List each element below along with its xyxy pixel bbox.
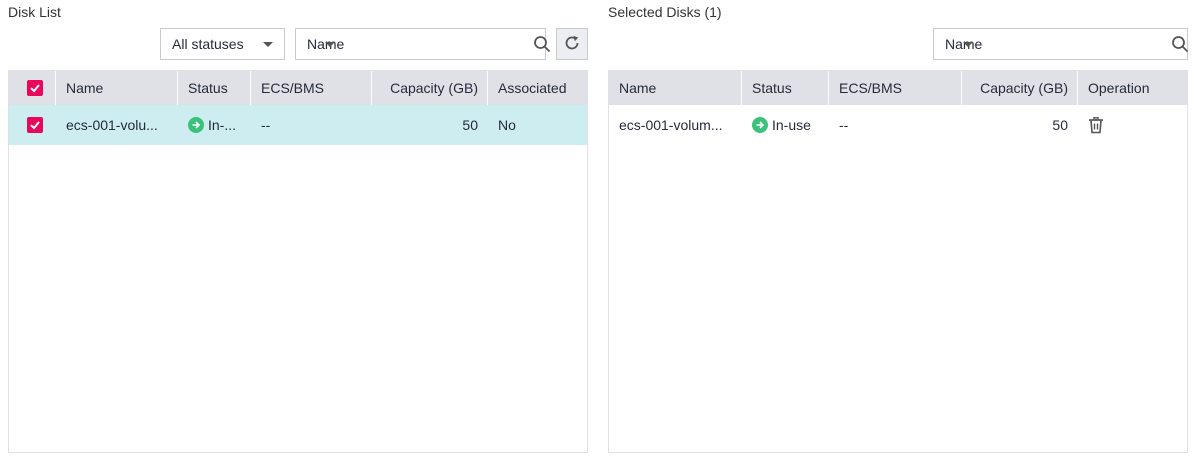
caret-down-icon [963, 42, 974, 47]
search-input[interactable] [982, 29, 1172, 59]
caret-down-icon [325, 42, 336, 47]
column-header-name[interactable]: Name [609, 71, 742, 105]
capacity-cell: 50 [462, 117, 478, 133]
table-header: Name Status ECS/BMS Capacity (GB) Associ… [9, 71, 587, 105]
operation-cell [1078, 105, 1187, 145]
search-field-dropdown[interactable]: Name [934, 29, 982, 59]
arrow-right-circle-icon [752, 117, 768, 133]
search-icon[interactable] [533, 29, 551, 59]
status-cell: In-use [742, 105, 829, 145]
disk-list-table: Name Status ECS/BMS Capacity (GB) Associ… [8, 70, 588, 453]
search-icon[interactable] [1171, 29, 1189, 59]
column-header-associated[interactable]: Associated [488, 71, 587, 105]
refresh-icon [563, 34, 581, 55]
disk-list-title: Disk List [8, 4, 61, 20]
caret-down-icon [263, 42, 273, 47]
status-filter-dropdown[interactable]: All statuses [160, 28, 285, 60]
table-header: Name Status ECS/BMS Capacity (GB) Operat… [609, 71, 1187, 105]
trash-icon[interactable] [1088, 116, 1104, 134]
status-cell: In-... [178, 105, 251, 145]
associated-cell: No [498, 117, 516, 133]
checkmark-icon [30, 84, 40, 93]
column-header-name[interactable]: Name [56, 71, 178, 105]
column-header-operation: Operation [1088, 80, 1150, 96]
selected-disks-table: Name Status ECS/BMS Capacity (GB) Operat… [608, 70, 1188, 453]
column-header-ecs-bms[interactable]: ECS/BMS [829, 71, 962, 105]
disk-name: ecs-001-volum... [619, 117, 723, 133]
table-row[interactable]: ecs-001-volu... In-... -- 50 No [9, 105, 587, 145]
ecs-bms-cell: -- [261, 117, 271, 133]
status-filter-label: All statuses [172, 36, 244, 52]
row-checkbox[interactable] [27, 117, 43, 133]
search-field-dropdown[interactable]: Name [296, 29, 344, 59]
column-header-capacity[interactable]: Capacity (GB) [372, 71, 488, 105]
table-row: ecs-001-volum... In-use -- 50 [609, 105, 1187, 145]
ecs-bms-cell: -- [839, 117, 849, 133]
checkmark-icon [30, 121, 40, 130]
arrow-right-circle-icon [188, 117, 204, 133]
search-input[interactable] [344, 29, 534, 59]
status-text: In-use [772, 117, 811, 133]
selected-disks-title: Selected Disks (1) [608, 4, 722, 20]
disk-name: ecs-001-volu... [66, 117, 158, 133]
disk-list-search: Name [295, 28, 551, 60]
column-header-ecs-bms[interactable]: ECS/BMS [251, 71, 372, 105]
status-text: In-... [208, 117, 237, 133]
column-header-status[interactable]: Status [178, 71, 251, 105]
column-header-capacity[interactable]: Capacity (GB) [962, 71, 1078, 105]
select-all-checkbox[interactable] [27, 80, 43, 96]
row-select-cell [9, 105, 56, 145]
capacity-cell: 50 [1052, 117, 1068, 133]
refresh-button[interactable] [556, 28, 588, 60]
select-all-cell [9, 71, 56, 105]
selected-disks-search: Name [933, 28, 1189, 60]
column-header-status[interactable]: Status [742, 71, 829, 105]
